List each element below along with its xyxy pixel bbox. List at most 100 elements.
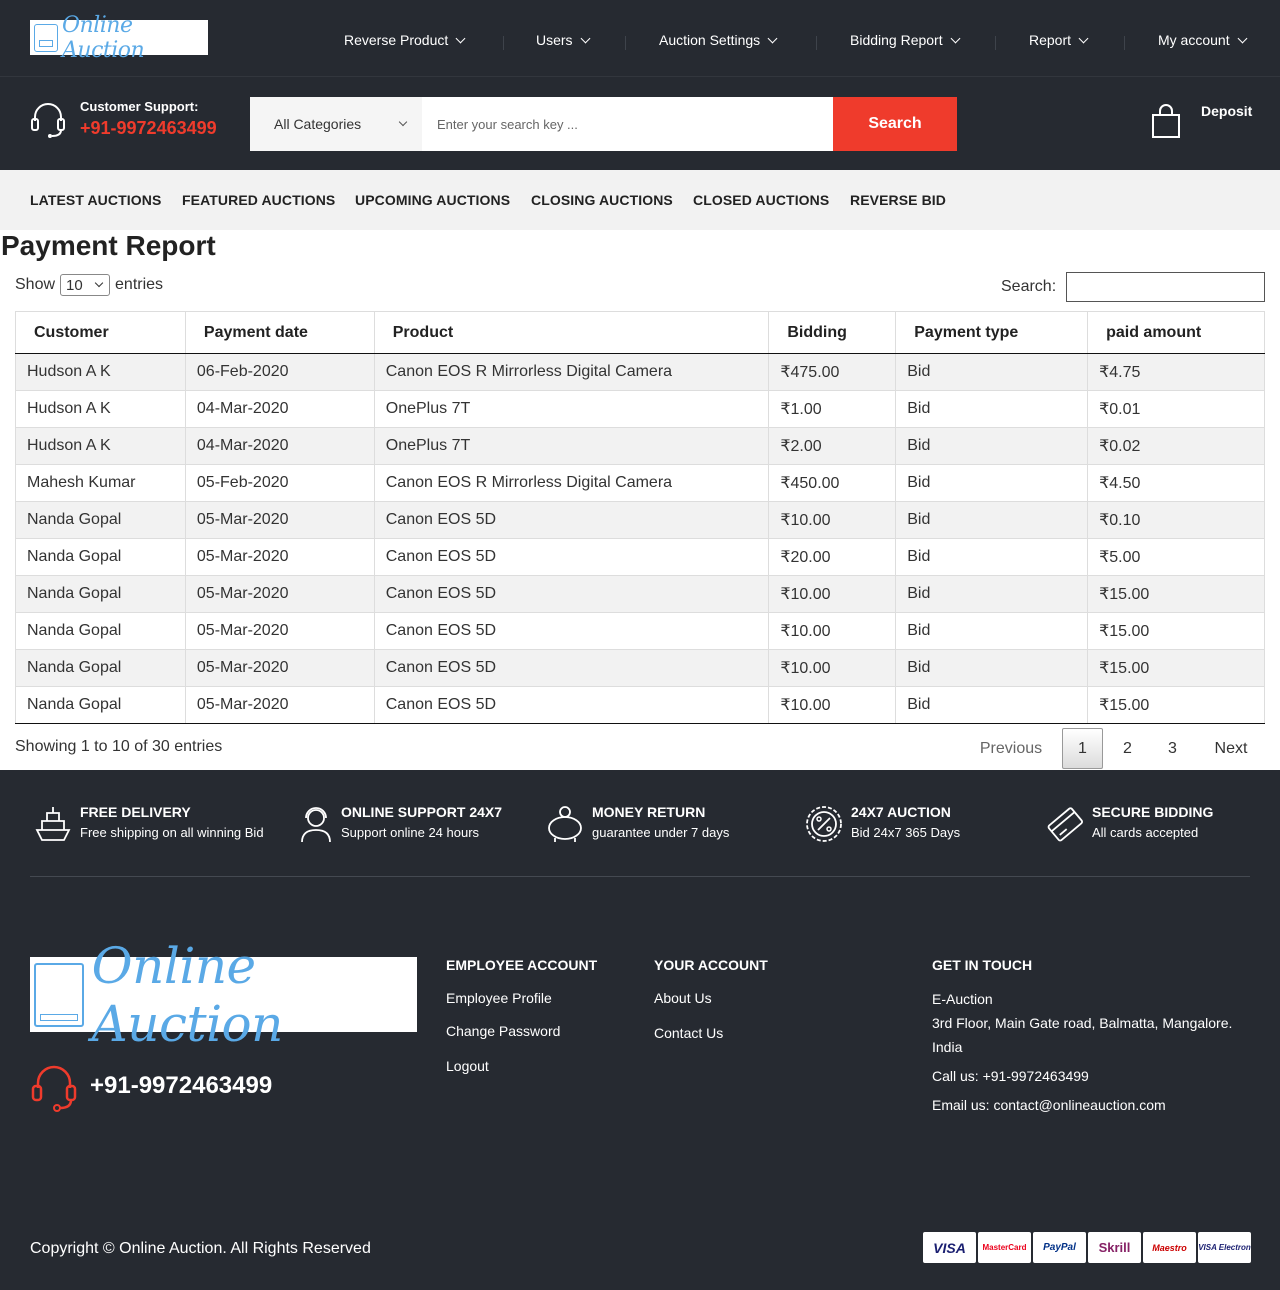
cell-paid-amount: ₹15.00 [1087,686,1265,724]
column-header-payment-date[interactable]: Payment date [184,311,375,354]
category-selected-value: All Categories [274,116,362,132]
nav-auction-settings[interactable]: Auction Settings [659,32,778,48]
pagination-previous[interactable]: Previous [966,728,1056,769]
cell-payment-date: 04-Mar-2020 [184,427,375,465]
support-phone[interactable]: +91-9972463499 [80,118,217,139]
mastercard-icon: MasterCard [978,1232,1031,1263]
deposit-link[interactable]: Deposit [1201,103,1252,119]
cell-bidding: ₹10.00 [768,612,897,650]
column-header-product[interactable]: Product [373,311,770,354]
feature-subtitle: Support online 24 hours [341,825,480,840]
cell-product: Canon EOS 5D [373,538,770,576]
entries-select[interactable]: 10 [60,274,111,296]
visa-card-icon: VISA [923,1232,976,1263]
search-button[interactable]: Search [833,97,957,151]
shopping-bag-icon[interactable] [1150,103,1182,139]
about-us-link[interactable]: About Us [654,990,712,1006]
cell-bidding: ₹20.00 [768,538,897,576]
nav-users[interactable]: Users [536,32,591,48]
contact-address-line: 3rd Floor, Main Gate road, Balmatta, Man… [932,1015,1233,1031]
logo-text: Online Auction [91,936,284,1053]
cell-payment-type: Bid [895,501,1089,539]
chevron-down-icon [767,33,778,43]
feature-title: MONEY RETURN [592,804,706,820]
footer-logo[interactable]: Online Auction [30,937,417,1053]
column-header-customer[interactable]: Customer [15,311,186,354]
nav-label: Reverse Product [344,32,449,48]
percent-badge-icon [806,806,842,842]
table-row: Nanda Gopal 05-Mar-2020 Canon EOS 5D ₹10… [15,501,1265,539]
table-row: Nanda Gopal 05-Mar-2020 Canon EOS 5D ₹10… [15,575,1265,613]
cell-bidding: ₹10.00 [768,501,897,539]
cell-payment-date: 05-Mar-2020 [184,575,375,613]
contact-email[interactable]: Email us: contact@onlineauction.com [932,1097,1166,1113]
search-input[interactable] [422,97,833,151]
nav-my-account[interactable]: My account [1158,32,1248,48]
column-header-payment-type[interactable]: Payment type [895,311,1089,354]
support-label: Customer Support: [80,99,199,114]
cell-bidding: ₹450.00 [768,464,897,502]
nav-divider [1124,36,1125,50]
category-featured-auctions[interactable]: FEATURED AUCTIONS [182,192,335,208]
piggy-bank-icon [548,806,582,842]
category-upcoming-auctions[interactable]: UPCOMING AUCTIONS [355,192,510,208]
employee-profile-link[interactable]: Employee Profile [446,990,552,1006]
cell-product: Canon EOS 5D [373,501,770,539]
cell-product: Canon EOS 5D [373,686,770,724]
footer-divider [30,876,1250,877]
chevron-down-icon [950,33,961,43]
feature-subtitle: Free shipping on all winning Bid [80,825,264,840]
cell-customer: Nanda Gopal [15,686,186,724]
contact-us-link[interactable]: Contact Us [654,1025,723,1041]
category-closing-auctions[interactable]: CLOSING AUCTIONS [531,192,673,208]
table-header-row: Customer Payment date Product Bidding Pa… [15,311,1265,354]
cell-paid-amount: ₹4.50 [1087,464,1265,502]
cell-payment-type: Bid [895,464,1089,502]
change-password-link[interactable]: Change Password [446,1023,560,1039]
cell-bidding: ₹1.00 [768,390,897,428]
entries-selected-value: 10 [66,276,83,294]
cell-payment-type: Bid [895,538,1089,576]
chevron-down-icon [1078,33,1089,43]
cell-bidding: ₹475.00 [768,353,897,391]
cell-product: Canon EOS 5D [373,575,770,613]
nav-label: Users [536,32,573,48]
show-label: Show [15,276,56,293]
cell-customer: Mahesh Kumar [15,464,186,502]
table-search-input[interactable] [1066,272,1265,302]
pagination-next[interactable]: Next [1200,728,1262,769]
cell-product: OnePlus 7T [373,390,770,428]
pagination-page-3[interactable]: 3 [1152,728,1193,769]
category-menu: LATEST AUCTIONS FEATURED AUCTIONS UPCOMI… [0,170,1280,230]
feature-subtitle: Bid 24x7 365 Days [851,825,961,840]
pagination-page-1[interactable]: 1 [1062,728,1103,769]
category-reverse-bid[interactable]: REVERSE BID [850,192,946,208]
logo-text: Online Auction [62,12,145,63]
contact-call[interactable]: Call us: +91-9972463499 [932,1068,1089,1084]
nav-label: My account [1158,32,1230,48]
nav-reverse-product[interactable]: Reverse Product [344,32,466,48]
cell-payment-date: 05-Mar-2020 [184,612,375,650]
cell-customer: Nanda Gopal [15,538,186,576]
cell-payment-date: 04-Mar-2020 [184,390,375,428]
logout-link[interactable]: Logout [446,1058,489,1074]
maestro-icon: Maestro [1143,1232,1196,1263]
cell-paid-amount: ₹5.00 [1087,538,1265,576]
category-latest-auctions[interactable]: LATEST AUCTIONS [30,192,161,208]
headset-icon [31,103,65,138]
column-header-paid-amount[interactable]: paid amount [1087,311,1265,354]
footer-phone[interactable]: +91-9972463499 [90,1072,272,1100]
nav-report[interactable]: Report [1029,32,1089,48]
cell-customer: Hudson A K [15,427,186,465]
get-in-touch-title: GET IN TOUCH [932,957,1033,973]
site-logo[interactable]: Online Auction [30,13,208,63]
feature-subtitle: All cards accepted [1092,825,1199,840]
contact-company-name: E-Auction [932,991,993,1007]
cell-bidding: ₹10.00 [768,575,897,613]
pagination-page-2[interactable]: 2 [1107,728,1148,769]
column-header-bidding[interactable]: Bidding [768,311,897,354]
employee-account-title: EMPLOYEE ACCOUNT [446,957,598,973]
category-select[interactable]: All Categories [250,97,422,151]
nav-bidding-report[interactable]: Bidding Report [850,32,961,48]
category-closed-auctions[interactable]: CLOSED AUCTIONS [693,192,829,208]
